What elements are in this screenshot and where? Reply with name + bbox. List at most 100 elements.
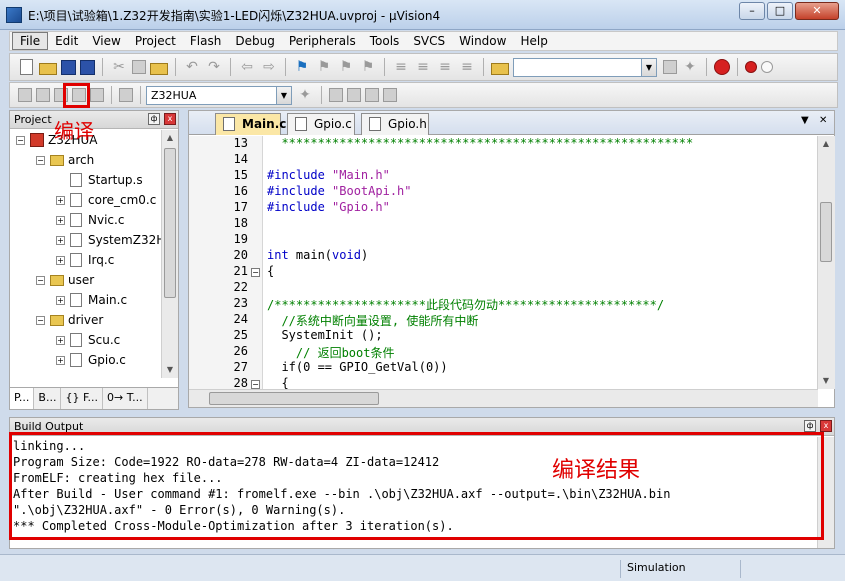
project-tab[interactable]: 0→ T... bbox=[103, 388, 148, 409]
expand-icon[interactable]: + bbox=[56, 256, 65, 265]
software-packs-icon[interactable] bbox=[383, 88, 397, 102]
collapse-icon[interactable]: − bbox=[36, 156, 45, 165]
save-all-icon[interactable] bbox=[80, 59, 95, 75]
expand-icon[interactable]: + bbox=[56, 296, 65, 305]
stop-build-icon[interactable] bbox=[90, 88, 104, 102]
copy-icon[interactable] bbox=[132, 60, 146, 74]
bookmark-icon[interactable]: ⚑ bbox=[293, 58, 311, 76]
menu-window[interactable]: Window bbox=[452, 33, 513, 49]
pin-icon[interactable]: ф bbox=[148, 113, 160, 125]
download-load-icon[interactable] bbox=[119, 88, 133, 102]
editor-tab[interactable]: Gpio.h bbox=[361, 113, 429, 135]
scroll-up-icon[interactable]: ▲ bbox=[818, 136, 834, 152]
tree-item[interactable]: + Nvic.c bbox=[10, 210, 162, 230]
collapse-icon[interactable]: − bbox=[16, 136, 25, 145]
undo-icon[interactable]: ↶ bbox=[183, 58, 201, 76]
open-folder-icon[interactable] bbox=[39, 63, 57, 75]
nav-forward-icon[interactable]: ⇨ bbox=[260, 58, 278, 76]
editor-vertical-scrollbar[interactable]: ▲ ▼ bbox=[817, 136, 835, 389]
select-packs-icon[interactable] bbox=[347, 88, 361, 102]
project-tab[interactable]: B... bbox=[34, 388, 62, 409]
indent-icon[interactable]: ≡ bbox=[392, 58, 410, 76]
expand-icon[interactable]: + bbox=[56, 236, 65, 245]
scroll-down-icon[interactable]: ▼ bbox=[162, 362, 178, 378]
prev-bookmark-icon[interactable]: ⚑ bbox=[315, 58, 333, 76]
menu-project[interactable]: Project bbox=[128, 33, 183, 49]
menu-debug[interactable]: Debug bbox=[228, 33, 281, 49]
menu-view[interactable]: View bbox=[85, 33, 127, 49]
menu-help[interactable]: Help bbox=[513, 33, 554, 49]
menu-file[interactable]: File bbox=[12, 32, 49, 50]
tree-item[interactable]: + SystemZ32H bbox=[10, 230, 162, 250]
maximize-button[interactable]: □ bbox=[767, 2, 793, 20]
manage-rte-icon[interactable] bbox=[365, 88, 379, 102]
collapse-icon[interactable]: − bbox=[36, 316, 45, 325]
pin-icon[interactable]: ф bbox=[804, 420, 816, 432]
tree-item[interactable]: − arch bbox=[10, 150, 162, 170]
comment-icon[interactable]: ≡ bbox=[436, 58, 454, 76]
manage-components-icon[interactable] bbox=[329, 88, 343, 102]
tree-item[interactable]: − user bbox=[10, 270, 162, 290]
tree-item[interactable]: + Main.c bbox=[10, 290, 162, 310]
find-combo[interactable]: ▼ bbox=[513, 57, 657, 77]
search-icon[interactable] bbox=[663, 60, 677, 74]
find-in-files-icon[interactable] bbox=[491, 63, 509, 75]
close-icon[interactable]: x bbox=[820, 420, 832, 432]
save-icon[interactable] bbox=[61, 59, 76, 75]
minimize-button[interactable]: – bbox=[739, 2, 765, 20]
menu-edit[interactable]: Edit bbox=[48, 33, 85, 49]
collapse-icon[interactable]: − bbox=[36, 276, 45, 285]
project-tree-scrollbar[interactable]: ▲ ▼ bbox=[161, 130, 178, 378]
close-icon[interactable]: x bbox=[164, 113, 176, 125]
tree-item[interactable]: + core_cm0.c bbox=[10, 190, 162, 210]
target-options-icon[interactable]: ✦ bbox=[296, 86, 314, 104]
translate-icon[interactable] bbox=[18, 88, 32, 102]
redo-icon[interactable]: ↷ bbox=[205, 58, 223, 76]
tree-item[interactable]: + Scu.c bbox=[10, 330, 162, 350]
disable-breakpoint-icon[interactable] bbox=[761, 61, 773, 73]
expand-icon[interactable]: + bbox=[56, 196, 65, 205]
paste-icon[interactable] bbox=[150, 63, 168, 75]
editor-vscroll-track[interactable]: ▲ ▼ bbox=[818, 136, 835, 389]
expand-icon[interactable]: + bbox=[56, 336, 65, 345]
wand-icon[interactable]: ✦ bbox=[681, 58, 699, 76]
menu-peripherals[interactable]: Peripherals bbox=[282, 33, 363, 49]
project-tab[interactable]: {} F... bbox=[61, 388, 104, 409]
menu-flash[interactable]: Flash bbox=[183, 33, 228, 49]
chevron-down-icon[interactable]: ▼ bbox=[641, 58, 656, 76]
new-file-icon[interactable] bbox=[20, 59, 33, 75]
project-tab[interactable]: P... bbox=[10, 388, 35, 409]
menu-svcs[interactable]: SVCS bbox=[406, 33, 452, 49]
next-bookmark-icon[interactable]: ⚑ bbox=[337, 58, 355, 76]
cut-icon[interactable]: ✂ bbox=[110, 58, 128, 76]
tree-item[interactable]: + Gpio.c bbox=[10, 350, 162, 370]
chevron-down-icon[interactable]: ▼ bbox=[276, 86, 291, 104]
menu-tools[interactable]: Tools bbox=[363, 33, 407, 49]
tree-item[interactable]: Startup.s bbox=[10, 170, 162, 190]
editor-tab[interactable]: Gpio.c bbox=[287, 113, 355, 135]
expand-icon[interactable]: + bbox=[56, 356, 65, 365]
start-debug-icon[interactable] bbox=[714, 59, 730, 75]
editor-tab[interactable]: Main.c bbox=[215, 113, 286, 135]
fold-toggle-icon[interactable]: − bbox=[251, 268, 260, 277]
fold-toggle-icon[interactable]: − bbox=[251, 380, 260, 389]
clear-bookmarks-icon[interactable]: ⚑ bbox=[359, 58, 377, 76]
tree-item[interactable]: + Irq.c bbox=[10, 250, 162, 270]
code-text-area[interactable]: ****************************************… bbox=[263, 136, 817, 389]
scroll-down-icon[interactable]: ▼ bbox=[818, 373, 834, 389]
build-icon[interactable] bbox=[36, 88, 50, 102]
target-select[interactable]: Z32HUA ▼ bbox=[146, 85, 292, 105]
expand-icon[interactable]: + bbox=[56, 216, 65, 225]
unindent-icon[interactable]: ≡ bbox=[414, 58, 432, 76]
scroll-thumb[interactable] bbox=[164, 148, 176, 298]
close-tab-icon[interactable]: ✕ bbox=[819, 115, 827, 126]
editor-horizontal-scrollbar[interactable] bbox=[189, 389, 818, 407]
close-window-button[interactable]: ✕ bbox=[795, 2, 839, 20]
tab-menu-arrow[interactable]: ▼ bbox=[801, 115, 809, 126]
uncomment-icon[interactable]: ≡ bbox=[458, 58, 476, 76]
breakpoint-icon[interactable] bbox=[745, 61, 757, 73]
tree-item[interactable]: − driver bbox=[10, 310, 162, 330]
scroll-thumb[interactable] bbox=[820, 202, 832, 262]
nav-back-icon[interactable]: ⇦ bbox=[238, 58, 256, 76]
scroll-thumb[interactable] bbox=[209, 392, 379, 405]
